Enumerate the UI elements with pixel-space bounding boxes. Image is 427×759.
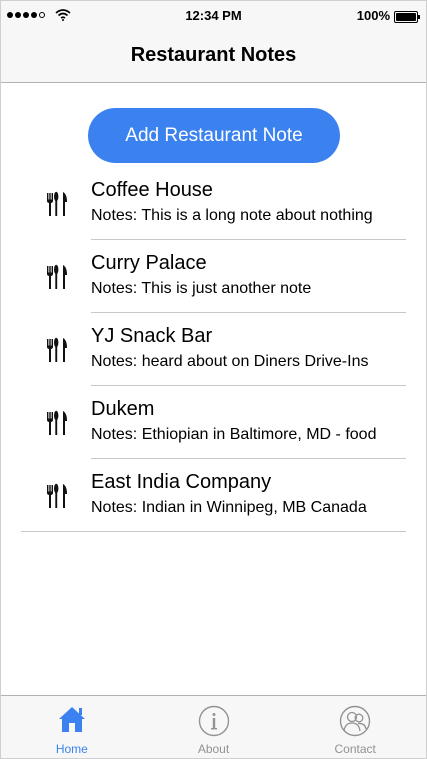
battery-percentage: 100%	[356, 8, 390, 23]
utensils-icon	[47, 191, 67, 216]
list-item[interactable]: YJ Snack Bar Notes: heard about on Diner…	[1, 313, 426, 386]
tab-label: Contact	[334, 742, 376, 756]
list-item[interactable]: Dukem Notes: Ethiopian in Baltimore, MD …	[1, 386, 426, 459]
list-item[interactable]: East India Company Notes: Indian in Winn…	[1, 459, 426, 532]
restaurant-name: YJ Snack Bar	[91, 325, 213, 347]
restaurant-list: Coffee House Notes: This is a long note …	[1, 167, 426, 532]
utensils-icon	[47, 483, 67, 508]
list-item[interactable]: Curry Palace Notes: This is just another…	[1, 240, 426, 313]
navigation-bar: Restaurant Notes	[1, 31, 426, 83]
tab-label: Home	[55, 742, 88, 756]
app-screen: 12:34 PM 100% Restaurant Notes Add Resta…	[0, 0, 427, 759]
list-item[interactable]: Coffee House Notes: This is a long note …	[1, 167, 426, 240]
restaurant-notes: Notes: Ethiopian in Baltimore, MD - food	[91, 426, 377, 443]
battery-icon	[394, 11, 420, 23]
utensils-icon	[47, 264, 67, 289]
info-icon	[198, 705, 229, 737]
restaurant-notes: Notes: This is a long note about nothing	[91, 207, 373, 224]
restaurant-notes: Notes: heard about on Diners Drive-Ins	[91, 353, 369, 370]
tab-home[interactable]: Home	[1, 696, 143, 758]
utensils-icon	[47, 410, 67, 435]
home-icon	[58, 707, 85, 732]
tab-contact[interactable]: Contact	[284, 696, 426, 758]
tab-about[interactable]: About	[143, 696, 285, 758]
add-restaurant-note-button[interactable]: Add Restaurant Note	[88, 108, 340, 163]
restaurant-name: Curry Palace	[91, 252, 207, 274]
restaurant-name: East India Company	[91, 471, 272, 493]
restaurant-name: Dukem	[91, 398, 155, 420]
restaurant-notes: Notes: Indian in Winnipeg, MB Canada	[91, 499, 367, 516]
restaurant-notes: Notes: This is just another note	[91, 280, 312, 297]
utensils-icon	[47, 337, 67, 362]
tab-label: About	[197, 742, 230, 756]
restaurant-name: Coffee House	[91, 179, 213, 201]
row-separator	[21, 531, 406, 532]
tab-bar: Home About Contact	[1, 695, 426, 758]
contact-icon	[339, 705, 371, 737]
status-bar: 12:34 PM 100%	[1, 1, 426, 31]
page-title: Restaurant Notes	[130, 44, 297, 66]
